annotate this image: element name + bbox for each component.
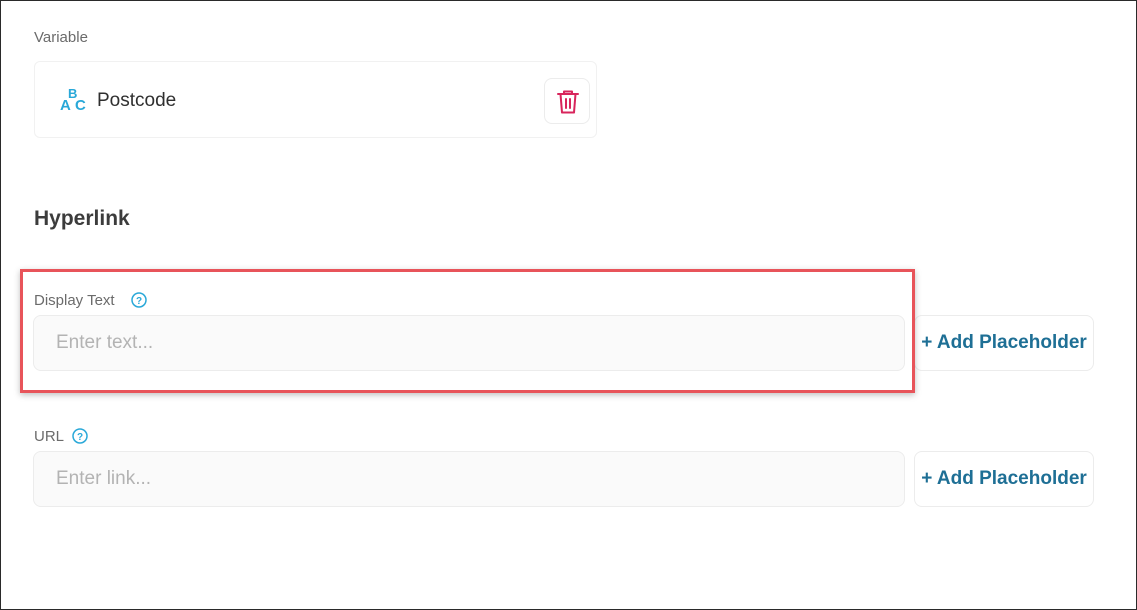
- hyperlink-settings-panel: Variable A B C Postcode Hyperlink Displa…: [0, 0, 1137, 610]
- help-circle-icon[interactable]: ?: [72, 428, 88, 444]
- svg-text:?: ?: [136, 296, 142, 307]
- delete-variable-button[interactable]: [544, 78, 590, 124]
- url-label: URL: [34, 428, 65, 445]
- display-text-add-placeholder-button[interactable]: + Add Placeholder: [914, 315, 1094, 371]
- display-text-input[interactable]: [33, 315, 905, 371]
- url-add-placeholder-button[interactable]: + Add Placeholder: [914, 451, 1094, 507]
- variable-card: A B C Postcode: [34, 61, 597, 138]
- variable-label: Variable: [34, 29, 88, 46]
- variable-name: Postcode: [97, 90, 177, 111]
- abc-text-type-icon: A B C: [59, 86, 89, 114]
- help-circle-icon[interactable]: ?: [131, 292, 147, 308]
- url-input[interactable]: [33, 451, 905, 507]
- svg-text:C: C: [75, 97, 86, 114]
- hyperlink-section-title: Hyperlink: [34, 207, 130, 230]
- svg-text:?: ?: [77, 432, 83, 443]
- display-text-label: Display Text: [34, 292, 115, 309]
